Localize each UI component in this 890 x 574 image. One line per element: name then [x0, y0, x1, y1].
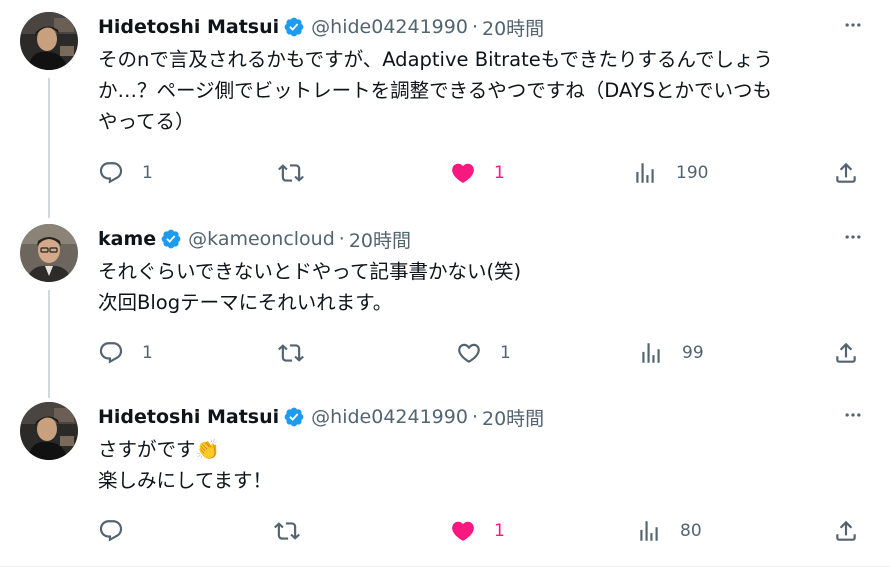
share-icon: [836, 162, 856, 183]
tweet-actions: 1 80: [98, 516, 868, 546]
tweet-header: Hidetoshi Matsui @hide04241990 · 20時間: [98, 402, 544, 432]
reply-button[interactable]: 1: [98, 158, 153, 188]
more-options-icon[interactable]: [842, 404, 864, 426]
tweet-text: それぐらいできないとドやって記事書かない(笑) 次回Blogテーマにそれいれます…: [98, 256, 868, 318]
heart-outline-icon: [458, 343, 480, 363]
user-handle[interactable]: @hide04241990: [311, 16, 468, 38]
heart-filled-icon: [452, 163, 474, 183]
heart-filled-icon: [452, 521, 474, 541]
views-chart-icon: [636, 163, 654, 183]
retweet-icon: [278, 164, 304, 182]
like-count: 1: [494, 163, 505, 183]
display-name[interactable]: Hidetoshi Matsui: [98, 406, 279, 428]
verified-badge-icon: [283, 406, 305, 428]
like-count: 1: [494, 521, 505, 541]
share-button[interactable]: [833, 516, 859, 546]
view-count: 190: [676, 163, 709, 183]
user-handle[interactable]: @kameoncloud: [188, 228, 335, 250]
tweet-text-line: 楽しみにしてます！: [98, 469, 272, 492]
reply-button[interactable]: 1: [98, 338, 153, 368]
like-button[interactable]: 1: [450, 516, 505, 546]
views-chart-icon: [640, 521, 658, 541]
avatar-photo-icon: [20, 402, 78, 460]
tweet-text-line: やってる）: [98, 110, 195, 133]
conversation-thread: Hidetoshi Matsui @hide04241990 · 20時間 その…: [0, 0, 890, 574]
reply-icon: [99, 162, 123, 184]
views-button[interactable]: 99: [638, 338, 704, 368]
display-name[interactable]: kame: [98, 228, 156, 250]
separator-dot: ·: [471, 16, 478, 38]
tweet-text-line: 次回Blogテーマにそれいれます。: [98, 291, 393, 314]
retweet-icon: [278, 344, 304, 362]
timestamp[interactable]: 20時間: [482, 14, 544, 41]
reply-icon: [99, 342, 123, 364]
separator-dot: ·: [471, 406, 478, 428]
retweet-button[interactable]: [278, 338, 322, 368]
tweet-text: さすがです👏 楽しみにしてます！: [98, 434, 868, 496]
tweet[interactable]: Hidetoshi Matsui @hide04241990 · 20時間 その…: [0, 0, 890, 210]
timestamp[interactable]: 20時間: [349, 226, 411, 253]
views-button[interactable]: 80: [636, 516, 702, 546]
verified-badge-icon: [283, 16, 305, 38]
user-handle[interactable]: @hide04241990: [311, 406, 468, 428]
view-count: 80: [680, 521, 702, 541]
display-name[interactable]: Hidetoshi Matsui: [98, 16, 279, 38]
view-count: 99: [682, 343, 704, 363]
tweet-actions: 1 1 190: [98, 158, 868, 188]
tweet[interactable]: kame @kameoncloud · 20時間 それぐらいできないとドやって記…: [0, 212, 890, 392]
user-avatar[interactable]: [20, 12, 78, 70]
avatar-photo-icon: [20, 224, 78, 282]
retweet-button[interactable]: [274, 516, 318, 546]
tweet-header: Hidetoshi Matsui @hide04241990 · 20時間: [98, 12, 544, 42]
views-chart-icon: [642, 343, 660, 363]
more-options-icon[interactable]: [842, 226, 864, 248]
timeline-divider: [0, 566, 890, 567]
like-button[interactable]: 1: [450, 158, 505, 188]
tweet-text-line: さすがです👏: [98, 438, 220, 461]
share-button[interactable]: [833, 338, 859, 368]
retweet-button[interactable]: [278, 158, 322, 188]
timestamp[interactable]: 20時間: [482, 404, 544, 431]
share-icon: [836, 520, 856, 541]
separator-dot: ·: [338, 228, 345, 250]
reply-button[interactable]: [98, 516, 142, 546]
verified-badge-icon: [160, 228, 182, 250]
tweet[interactable]: Hidetoshi Matsui @hide04241990 · 20時間 さす…: [0, 390, 890, 566]
reply-count: 1: [142, 343, 153, 363]
share-button[interactable]: [833, 158, 859, 188]
like-count: 1: [500, 343, 511, 363]
tweet-text: そのnで言及されるかもですが、Adaptive Bitrateもできたりするんで…: [98, 44, 868, 137]
views-button[interactable]: 190: [632, 158, 708, 188]
user-avatar[interactable]: [20, 224, 78, 282]
tweet-text-line: か…？ページ側でビットレートを調整できるやつですね（DAYSとかでいつも: [98, 79, 773, 102]
avatar-photo-icon: [20, 12, 78, 70]
more-options-icon[interactable]: [842, 14, 864, 36]
share-icon: [836, 342, 856, 363]
retweet-icon: [274, 522, 300, 540]
tweet-text-line: そのnで言及されるかもですが、Adaptive Bitrateもできたりするんで…: [98, 48, 773, 71]
like-button[interactable]: 1: [456, 338, 511, 368]
tweet-header: kame @kameoncloud · 20時間: [98, 224, 411, 254]
reply-icon: [99, 520, 123, 542]
user-avatar[interactable]: [20, 402, 78, 460]
reply-count: 1: [142, 163, 153, 183]
tweet-actions: 1 1 99: [98, 338, 868, 368]
tweet-text-line: それぐらいできないとドやって記事書かない(笑): [98, 260, 522, 283]
